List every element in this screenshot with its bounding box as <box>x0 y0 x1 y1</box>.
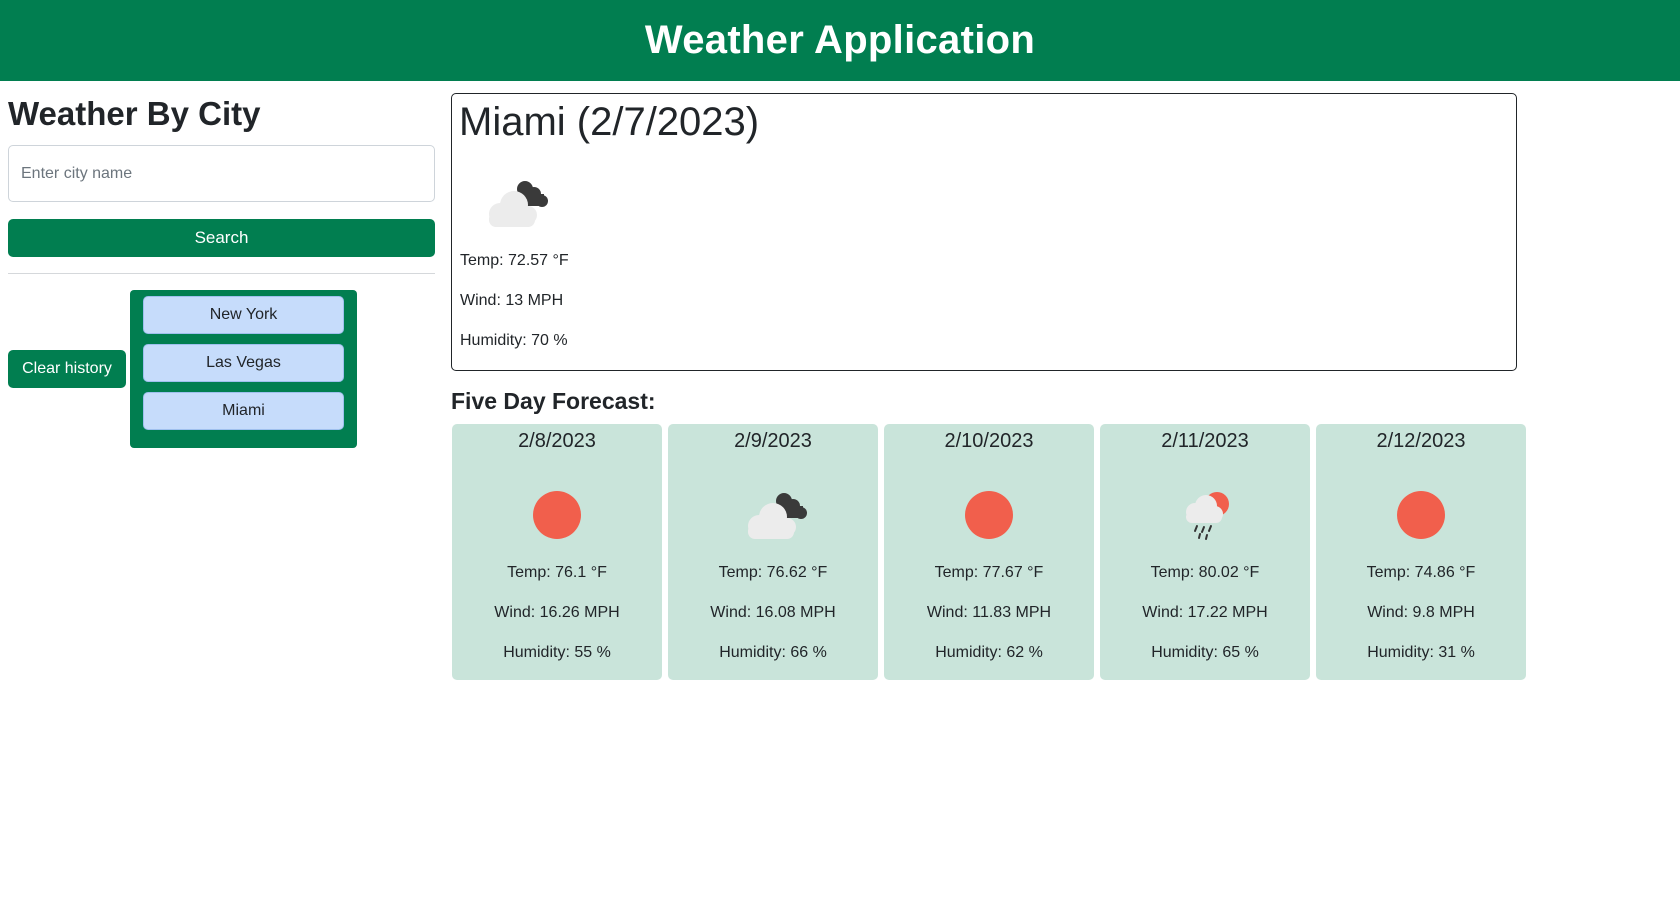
forecast-wind: Wind: 17.22 MPH <box>1142 604 1268 621</box>
forecast-card: 2/11/2023 Temp: 80.02 °F Wind: 17.22 MPH… <box>1100 424 1310 680</box>
forecast-date: 2/9/2023 <box>734 430 812 452</box>
search-button[interactable]: Search <box>8 219 435 257</box>
forecast-humidity: Humidity: 65 % <box>1151 644 1259 661</box>
current-city-title: Miami (2/7/2023) <box>459 100 760 144</box>
forecast-humidity: Humidity: 62 % <box>935 644 1043 661</box>
forecast-wind: Wind: 11.83 MPH <box>926 604 1052 621</box>
search-history-list: New York Las Vegas Miami <box>130 290 357 448</box>
history-item-las-vegas[interactable]: Las Vegas <box>143 344 344 382</box>
sun-icon <box>533 491 581 539</box>
forecast-card: 2/10/2023 Temp: 77.67 °F Wind: 11.83 MPH… <box>884 424 1094 680</box>
forecast-temp: Temp: 76.62 °F <box>718 564 828 581</box>
forecast-list: 2/8/2023 Temp: 76.1 °F Wind: 16.26 MPH H… <box>452 424 1526 680</box>
forecast-card: 2/9/2023 Temp: 76.62 °F Wind: 16.08 MPH … <box>668 424 878 680</box>
forecast-card: 2/12/2023 Temp: 74.86 °F Wind: 9.8 MPH H… <box>1316 424 1526 680</box>
forecast-wind: Wind: 16.26 MPH <box>494 604 620 621</box>
current-weather-card: Miami (2/7/2023) Temp: 72.57 °F Wind: 13… <box>451 93 1517 371</box>
city-search-input[interactable] <box>8 145 435 202</box>
sidebar-divider <box>8 273 435 274</box>
cloud-moon-icon <box>489 181 548 227</box>
history-section: Clear history New York Las Vegas Miami <box>8 290 435 448</box>
history-item-new-york[interactable]: New York <box>143 296 344 334</box>
forecast-temp: Temp: 76.1 °F <box>507 564 607 581</box>
forecast-humidity: Humidity: 66 % <box>719 644 827 661</box>
rain-sun-icon <box>1186 492 1229 540</box>
forecast-title: Five Day Forecast: <box>451 388 656 414</box>
forecast-wind: Wind: 9.8 MPH <box>1367 604 1475 621</box>
forecast-temp: Temp: 77.67 °F <box>934 564 1044 581</box>
history-item-miami[interactable]: Miami <box>143 392 344 430</box>
app-header: Weather Application <box>0 0 1680 81</box>
sidebar-title: Weather By City <box>8 95 261 132</box>
forecast-humidity: Humidity: 31 % <box>1367 644 1475 661</box>
forecast-wind: Wind: 16.08 MPH <box>710 604 836 621</box>
current-wind: Wind: 13 MPH <box>460 292 564 309</box>
sun-icon <box>1397 491 1445 539</box>
forecast-humidity: Humidity: 55 % <box>503 644 611 661</box>
forecast-temp: Temp: 80.02 °F <box>1150 564 1260 581</box>
forecast-date: 2/10/2023 <box>944 430 1034 452</box>
current-temp: Temp: 72.57 °F <box>460 252 569 269</box>
forecast-card: 2/8/2023 Temp: 76.1 °F Wind: 16.26 MPH H… <box>452 424 662 680</box>
forecast-date: 2/11/2023 <box>1161 430 1249 452</box>
forecast-date: 2/8/2023 <box>518 430 596 452</box>
cloud-moon-icon <box>748 493 807 539</box>
forecast-date: 2/12/2023 <box>1376 430 1466 452</box>
forecast-temp: Temp: 74.86 °F <box>1366 564 1476 581</box>
clear-history-button[interactable]: Clear history <box>8 350 126 388</box>
sun-icon <box>965 491 1013 539</box>
sidebar: Weather By City Search Clear history New… <box>8 90 435 448</box>
current-humidity: Humidity: 70 % <box>460 332 568 349</box>
app-title: Weather Application <box>644 18 1036 62</box>
